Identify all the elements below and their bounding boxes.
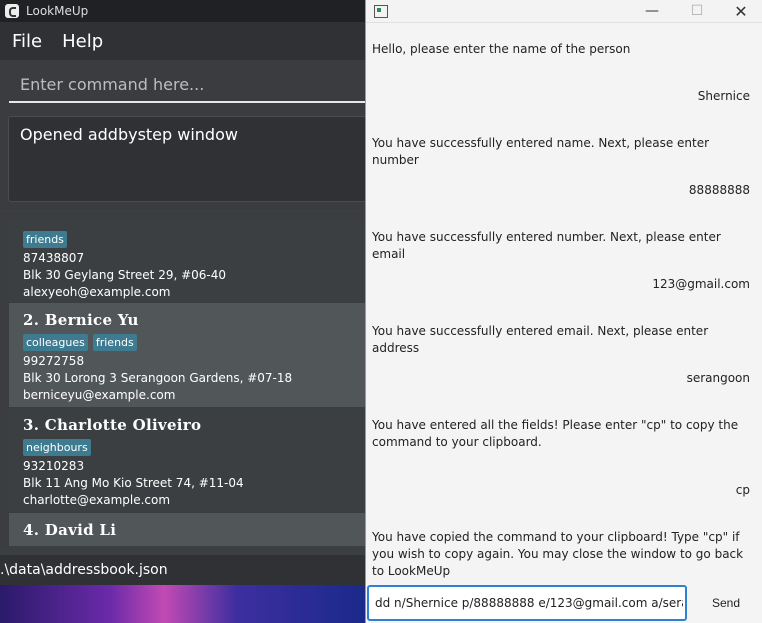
bot-message: You have successfully entered email. Nex… bbox=[372, 324, 709, 355]
person-email: alexyeoh@example.com bbox=[23, 285, 171, 299]
desktop-wallpaper bbox=[0, 585, 365, 623]
bot-message: You have entered all the fields! Please … bbox=[372, 418, 739, 449]
person-name: 2. Bernice Yu bbox=[23, 311, 139, 329]
maximize-button[interactable]: ☐ bbox=[674, 0, 720, 22]
dialog-input-row: Send bbox=[366, 583, 762, 623]
result-display: Opened addbystep window bbox=[8, 116, 365, 202]
window-title: LookMeUp bbox=[26, 4, 89, 18]
person-email: berniceyu@example.com bbox=[23, 388, 176, 402]
person-address: Blk 30 Geylang Street 29, #06-40 bbox=[23, 268, 227, 282]
status-bar: .\data\addressbook.json bbox=[0, 555, 365, 585]
person-card[interactable]: 4. David Li bbox=[9, 513, 365, 546]
command-area bbox=[0, 60, 365, 110]
send-button[interactable]: Send bbox=[691, 585, 761, 621]
person-phone: 99272758 bbox=[23, 354, 85, 368]
main-window: LookMeUp File Help Opened addbystep wind… bbox=[0, 0, 365, 623]
conversation-area[interactable]: Hello, please enter the name of the pers… bbox=[366, 22, 762, 582]
user-message: 88888888 bbox=[688, 183, 750, 197]
user-message: cp bbox=[735, 483, 750, 497]
person-card[interactable]: friends 87438807 Blk 30 Geylang Street 2… bbox=[9, 220, 365, 302]
person-name: 3. Charlotte Oliveiro bbox=[23, 416, 202, 434]
person-card[interactable]: 3. Charlotte Oliveiro neighbours 9321028… bbox=[9, 408, 365, 512]
person-address: Blk 30 Lorong 3 Serangoon Gardens, #07-1… bbox=[23, 371, 293, 385]
person-address: Blk 11 Ang Mo Kio Street 74, #11-04 bbox=[23, 476, 244, 490]
bot-message: Hello, please enter the name of the pers… bbox=[372, 42, 631, 56]
user-message: serangoon bbox=[686, 371, 750, 385]
close-button[interactable]: ✕ bbox=[718, 0, 762, 22]
dialog-title-bar: — ☐ ✕ bbox=[366, 0, 762, 23]
app-logo-icon bbox=[5, 4, 19, 18]
person-list[interactable]: friends 87438807 Blk 30 Geylang Street 2… bbox=[0, 212, 365, 546]
menu-file[interactable]: File bbox=[12, 31, 42, 52]
bot-message: You have copied the command to your clip… bbox=[372, 530, 744, 578]
user-message: 123@gmail.com bbox=[652, 277, 750, 291]
result-area: Opened addbystep window bbox=[0, 110, 365, 210]
person-phone: 87438807 bbox=[23, 251, 85, 265]
menu-help[interactable]: Help bbox=[62, 31, 103, 52]
bot-message: You have successfully entered name. Next… bbox=[372, 136, 710, 167]
save-location-path: .\data\addressbook.json bbox=[0, 562, 168, 578]
step-input[interactable] bbox=[367, 585, 687, 621]
tag-badge: friends bbox=[92, 334, 137, 351]
bot-message: You have successfully entered number. Ne… bbox=[372, 230, 721, 261]
minimize-button[interactable]: — bbox=[629, 0, 675, 22]
menu-bar: File Help bbox=[0, 22, 365, 60]
person-name: 4. David Li bbox=[23, 521, 117, 539]
tag-badge: neighbours bbox=[23, 439, 91, 456]
window-icon bbox=[374, 4, 388, 18]
person-phone: 93210283 bbox=[23, 459, 85, 473]
command-input[interactable] bbox=[9, 68, 365, 103]
tag-badge: colleagues bbox=[23, 334, 88, 351]
person-email: charlotte@example.com bbox=[23, 493, 171, 507]
person-card[interactable]: 2. Bernice Yu colleagues friends 9927275… bbox=[9, 303, 365, 407]
title-bar: LookMeUp bbox=[0, 0, 365, 22]
user-message: Shernice bbox=[697, 89, 750, 103]
addbystep-window: — ☐ ✕ Hello, please enter the name of th… bbox=[365, 0, 762, 623]
tag-badge: friends bbox=[23, 231, 67, 248]
